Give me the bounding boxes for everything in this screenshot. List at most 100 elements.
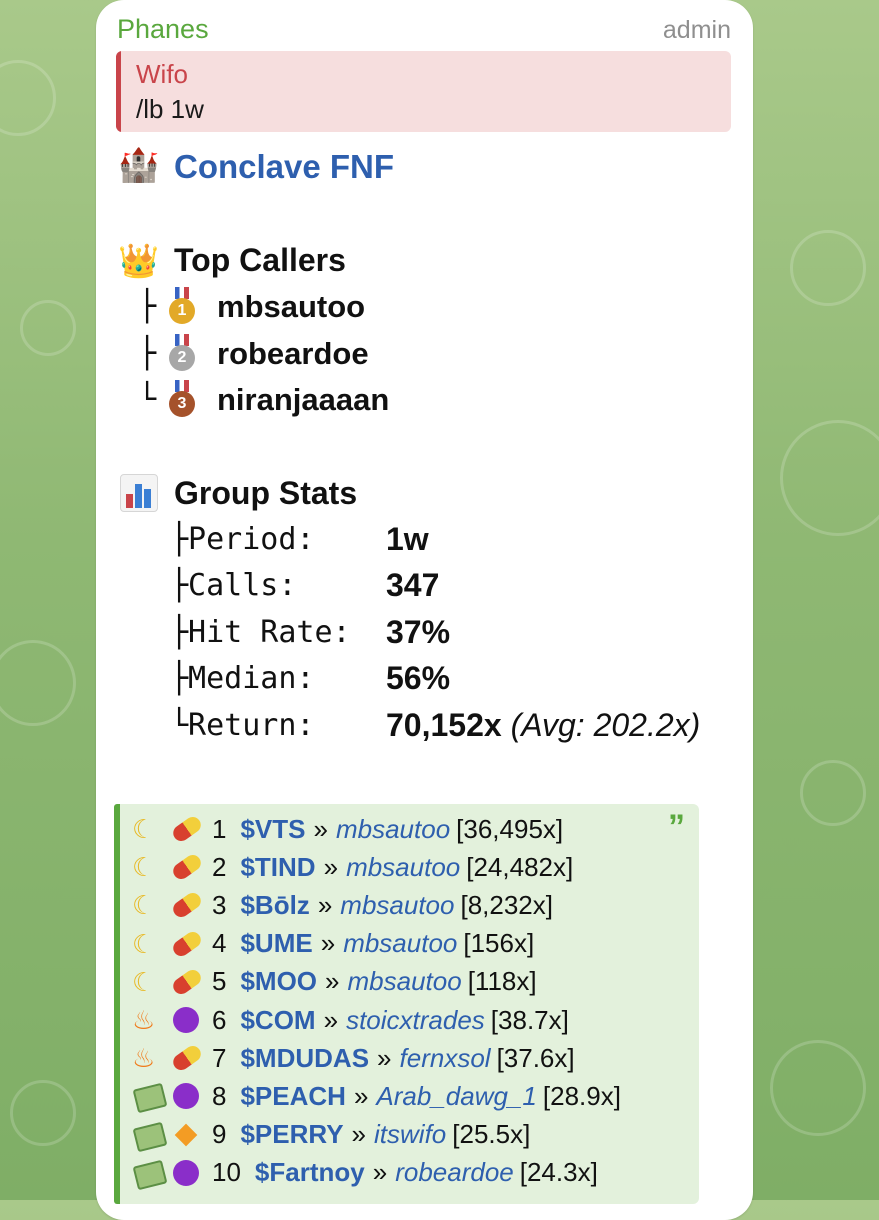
separator: »	[317, 889, 333, 920]
reply-text: /lb 1w	[136, 94, 204, 124]
caller-username-link[interactable]: stoicxtrades	[346, 1005, 485, 1036]
separator: »	[372, 1157, 388, 1188]
leaderboard-row: ♨ 7 $MDUDAS » fernxsol [37.6x]	[132, 1039, 575, 1077]
admin-badge: admin	[662, 16, 731, 44]
separator: »	[351, 1119, 367, 1150]
wallpaper-doodle	[10, 1080, 76, 1146]
stat-label-calls: ├Calls:	[170, 568, 297, 603]
stat-label-median: ├Median:	[170, 661, 315, 696]
wallpaper-doodle	[770, 1040, 866, 1136]
token-ticker-link[interactable]: $Bōlz	[240, 890, 309, 921]
purple-circle-icon	[170, 1158, 202, 1188]
gold-medal-icon: 1	[167, 287, 197, 325]
sender-name[interactable]: Phanes	[117, 14, 209, 45]
leaderboard-rank: 9	[212, 1119, 227, 1150]
separator: »	[313, 813, 328, 844]
money-with-wings-icon	[132, 1081, 168, 1114]
group-stats-heading: Group Stats	[174, 475, 358, 511]
tree-branch: ├	[138, 336, 157, 371]
crescent-moon-icon: ☾	[132, 814, 156, 844]
separator: »	[377, 1042, 392, 1073]
pill-icon	[170, 966, 204, 997]
top-caller-name: niranjaaaan	[217, 382, 390, 417]
stat-value-median: 56%	[386, 660, 451, 696]
token-ticker-link[interactable]: $COM	[240, 1005, 315, 1036]
wallpaper-doodle	[780, 420, 879, 536]
castle-icon: 🏰	[118, 146, 160, 183]
return-total: 70,152x	[386, 707, 502, 743]
stat-value-return: 70,152x (Avg: 202.2x)	[386, 707, 700, 744]
caller-username-link[interactable]: itswifo	[374, 1119, 446, 1150]
top-caller-name: mbsautoo	[217, 289, 366, 324]
token-ticker-link[interactable]: $TIND	[240, 852, 315, 883]
stat-value-calls: 347	[386, 567, 440, 603]
leaderboard-rank: 5	[212, 966, 227, 997]
bar-chart-icon	[120, 474, 158, 512]
tree-branch: ├	[138, 289, 157, 324]
token-ticker-link[interactable]: $MDUDAS	[240, 1043, 369, 1074]
top-caller-name: robeardoe	[217, 336, 369, 371]
caller-username-link[interactable]: mbsautoo	[346, 852, 460, 883]
crescent-moon-icon: ☾	[132, 928, 156, 959]
return-multiple: [24,482x]	[466, 851, 574, 882]
pill-icon	[170, 852, 204, 883]
crown-icon: 👑	[118, 242, 160, 279]
caller-username-link[interactable]: mbsautoo	[348, 966, 462, 997]
reply-accent-bar	[116, 51, 121, 132]
return-multiple: [24.3x]	[519, 1157, 598, 1188]
return-multiple: [25.5x]	[452, 1119, 531, 1150]
separator: »	[325, 966, 340, 997]
silver-medal-icon: 2	[167, 334, 197, 372]
message-bubble[interactable]: Phanes admin Wifo /lb 1w 🏰 Conclave FNF …	[96, 0, 753, 1220]
return-multiple: [28.9x]	[542, 1080, 621, 1111]
pill-icon	[170, 890, 204, 921]
leaderboard-rank: 1	[212, 813, 227, 844]
token-ticker-link[interactable]: $PEACH	[240, 1081, 345, 1112]
leaderboard-row: 8 $PEACH » Arab_dawg_1 [28.9x]	[132, 1077, 621, 1115]
wallpaper-doodle	[0, 60, 56, 136]
crescent-moon-icon: ☾	[132, 966, 156, 997]
separator: »	[320, 928, 336, 959]
token-ticker-link[interactable]: $UME	[240, 928, 312, 959]
stat-label-hit-rate: ├Hit Rate:	[170, 615, 351, 650]
group-name-link[interactable]: Conclave FNF	[174, 148, 394, 186]
leaderboard-row: 10 $Fartnoy» robeardoe [24.3x]	[132, 1154, 598, 1192]
token-ticker-link[interactable]: $MOO	[240, 966, 317, 997]
leaderboard-row: ☾ 2 $TIND » mbsautoo [24,482x]	[132, 848, 573, 886]
stat-label-period: ├Period:	[170, 522, 315, 557]
leaderboard-row: ☾ 3 $Bōlz » mbsautoo [8,232x]	[132, 886, 553, 924]
caller-username-link[interactable]: robeardoe	[395, 1157, 514, 1188]
caller-username-link[interactable]: mbsautoo	[343, 928, 457, 959]
pill-icon	[170, 1043, 204, 1074]
pill-icon	[170, 813, 204, 845]
leaderboard-row: ☾ 4 $UME » mbsautoo [156x]	[132, 925, 534, 963]
caller-username-link[interactable]: fernxsol	[400, 1043, 491, 1074]
purple-circle-icon	[170, 1081, 202, 1111]
leaderboard-row: 9 $PERRY » itswifo [25.5x]	[132, 1116, 530, 1154]
return-multiple: [37.6x]	[496, 1042, 575, 1073]
fire-icon: ♨	[132, 1043, 156, 1074]
leaderboard-quote: ” ☾ 1 $VTS» mbsautoo [36,495x] ☾ 2 $TIND» mbsaut…	[114, 804, 699, 1204]
money-with-wings-icon	[132, 1158, 168, 1191]
purple-circle-icon	[170, 1005, 202, 1035]
fire-icon: ♨	[132, 1005, 156, 1035]
separator: »	[323, 851, 339, 882]
return-multiple: [8,232x]	[460, 889, 553, 920]
caller-username-link[interactable]: mbsautoo	[340, 890, 454, 921]
token-ticker-link[interactable]: $VTS	[240, 814, 305, 845]
leaderboard-row: ♨ 6 $COM » stoicxtrades [38.7x]	[132, 1001, 569, 1039]
orange-diamond-icon	[170, 1120, 202, 1150]
leaderboard-rank: 2	[212, 851, 227, 882]
token-ticker-link[interactable]: $PERRY	[240, 1119, 343, 1150]
return-multiple: [38.7x]	[490, 1004, 569, 1035]
separator: »	[353, 1080, 369, 1111]
leaderboard-rank: 8	[212, 1080, 227, 1111]
reply-preview[interactable]: Wifo /lb 1w	[116, 51, 731, 132]
caller-username-link[interactable]: mbsautoo	[336, 814, 450, 845]
token-ticker-link[interactable]: $Fartnoy	[255, 1157, 365, 1188]
return-average: (Avg: 202.2x)	[510, 707, 701, 743]
leaderboard-rank: 4	[212, 928, 227, 959]
caller-username-link[interactable]: Arab_dawg_1	[376, 1081, 536, 1112]
crescent-moon-icon: ☾	[132, 852, 156, 883]
leaderboard-rank: 3	[212, 889, 227, 920]
